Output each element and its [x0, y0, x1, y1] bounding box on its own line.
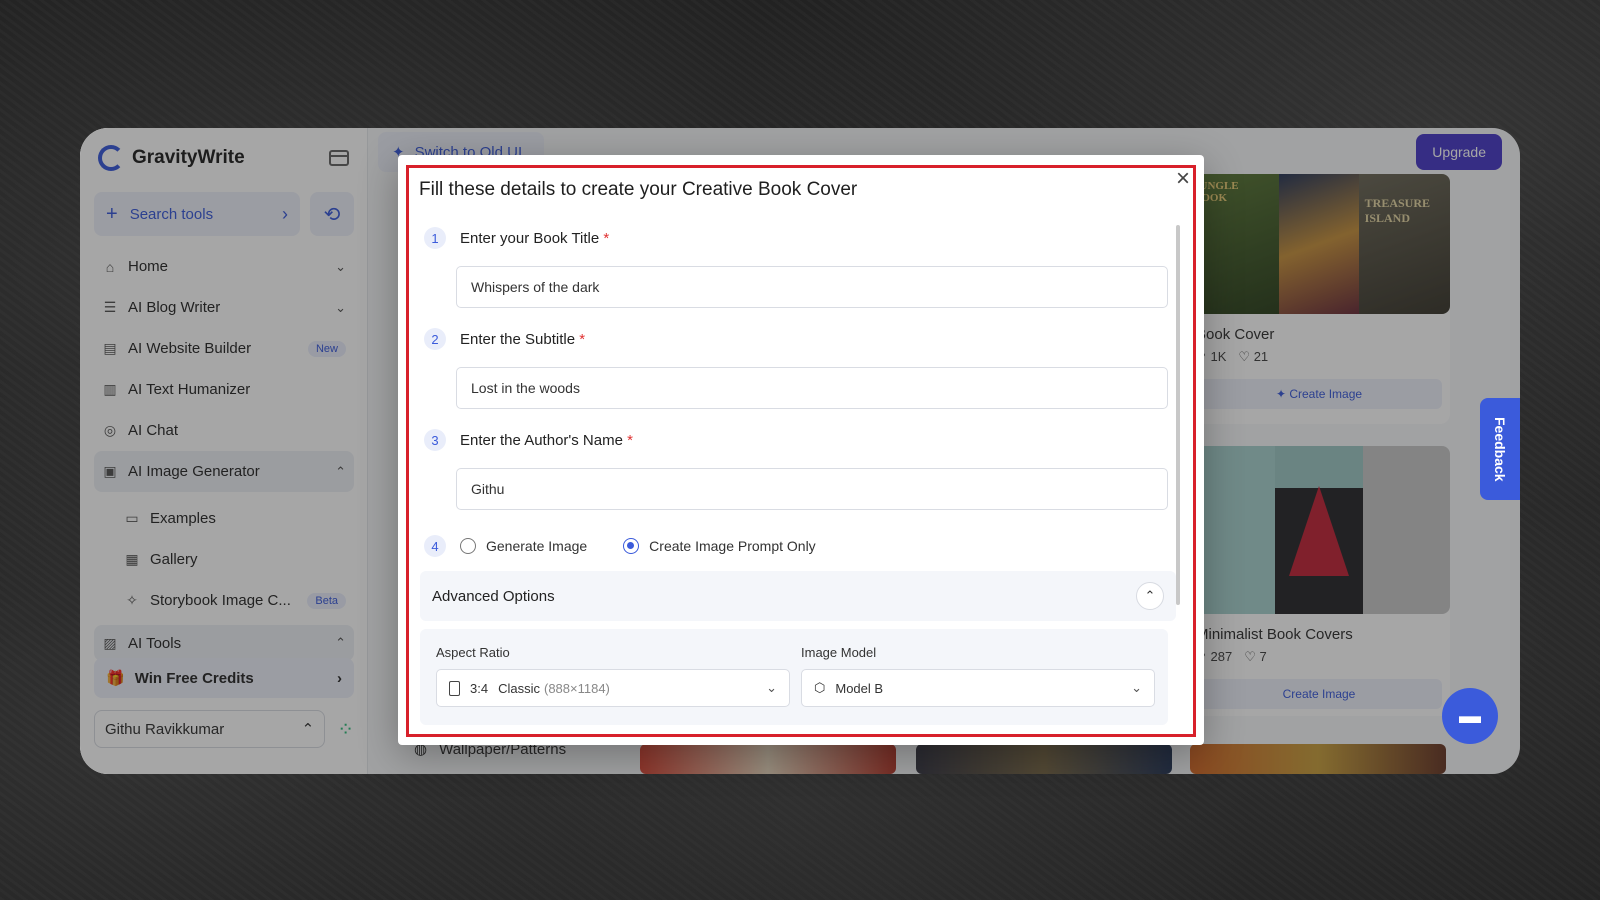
- output-mode-radio-group: 4 Generate Image Create Image Prompt Onl…: [424, 535, 838, 557]
- feedback-label: Feedback: [1492, 416, 1508, 482]
- author-name-input[interactable]: [456, 468, 1168, 510]
- image-model-select[interactable]: ⬡ Model B ⌄: [801, 669, 1155, 707]
- aspect-ratio-name: Classic: [498, 680, 540, 696]
- aspect-ratio-label: Aspect Ratio: [436, 645, 510, 660]
- chevron-down-icon: ⌄: [1131, 680, 1142, 695]
- aspect-ratio-size: (888×1184): [543, 680, 610, 696]
- step-number: 3: [424, 429, 446, 451]
- portrait-icon: [449, 680, 460, 696]
- chevron-up-icon[interactable]: ⌃: [1136, 582, 1164, 610]
- required-mark: *: [627, 431, 633, 449]
- step-number: 1: [424, 227, 446, 249]
- required-mark: *: [579, 330, 586, 348]
- prompt-only-radio[interactable]: Create Image Prompt Only: [623, 538, 816, 554]
- chat-support-button[interactable]: ▬: [1442, 688, 1498, 744]
- chevron-down-icon: ⌄: [766, 680, 777, 695]
- book-cover-modal: × Fill these details to create your Crea…: [398, 155, 1204, 745]
- book-title-input[interactable]: [456, 266, 1168, 308]
- advanced-options-body: Aspect Ratio 3:4 Classic (888×1184) ⌄ Im…: [420, 629, 1168, 725]
- radio-unchecked-icon: [460, 538, 476, 554]
- advanced-options-header[interactable]: Advanced Options ⌃: [420, 571, 1176, 621]
- step-label: Enter your Book Title: [460, 229, 600, 247]
- close-icon[interactable]: ×: [1176, 167, 1190, 191]
- feedback-tab[interactable]: Feedback: [1480, 398, 1520, 500]
- radio-label: Create Image Prompt Only: [649, 538, 816, 554]
- generate-image-radio[interactable]: Generate Image: [460, 538, 587, 554]
- step-number: 2: [424, 328, 446, 350]
- image-model-value: Model B: [835, 680, 884, 696]
- aspect-ratio-value: 3:4: [470, 680, 489, 696]
- image-model-label: Image Model: [801, 645, 877, 660]
- cube-icon: ⬡: [814, 680, 826, 695]
- radio-checked-icon: [623, 538, 640, 554]
- chat-icon: ▬: [1459, 703, 1481, 728]
- step-number: 4: [424, 535, 446, 557]
- step-book-title: 1 Enter your Book Title *: [424, 227, 609, 249]
- step-label: Enter the Subtitle: [460, 330, 576, 348]
- step-author: 3 Enter the Author's Name *: [424, 429, 633, 451]
- modal-title: Fill these details to create your Creati…: [419, 179, 858, 200]
- radio-label: Generate Image: [486, 538, 588, 554]
- subtitle-input[interactable]: [456, 367, 1168, 409]
- required-mark: *: [603, 229, 610, 247]
- aspect-ratio-select[interactable]: 3:4 Classic (888×1184) ⌄: [436, 669, 790, 707]
- step-subtitle: 2 Enter the Subtitle *: [424, 328, 585, 350]
- modal-scrollbar[interactable]: [1176, 225, 1180, 605]
- advanced-options-label: Advanced Options: [432, 587, 555, 605]
- step-label: Enter the Author's Name: [460, 431, 623, 449]
